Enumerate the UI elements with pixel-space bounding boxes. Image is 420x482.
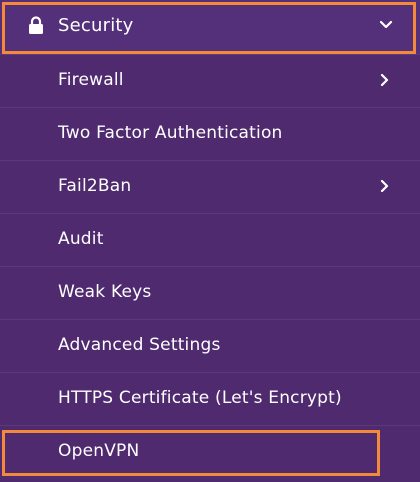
menu-item-fail2ban[interactable]: Fail2Ban (0, 160, 420, 212)
menu-item-weak-keys[interactable]: Weak Keys (0, 266, 420, 318)
menu-item-firewall[interactable]: Firewall (0, 54, 420, 106)
menu-item-label: HTTPS Certificate (Let's Encrypt) (58, 388, 342, 408)
menu-item-label: Two Factor Authentication (58, 123, 283, 143)
security-menu: Security Firewall Two Factor Authenticat… (0, 0, 420, 482)
menu-item-label: Firewall (58, 70, 124, 90)
menu-item-label: Advanced Settings (58, 335, 221, 355)
security-header-highlight (2, 2, 416, 54)
chevron-right-icon (380, 179, 389, 193)
menu-item-label: Audit (58, 229, 104, 249)
chevron-right-icon (380, 73, 389, 87)
menu-item-https-certificate[interactable]: HTTPS Certificate (Let's Encrypt) (0, 372, 420, 424)
menu-item-audit[interactable]: Audit (0, 213, 420, 265)
menu-item-label: Weak Keys (58, 282, 152, 302)
menu-item-advanced-settings[interactable]: Advanced Settings (0, 319, 420, 371)
openvpn-highlight (2, 430, 380, 476)
menu-item-two-factor-authentication[interactable]: Two Factor Authentication (0, 107, 420, 159)
menu-item-label: Fail2Ban (58, 176, 132, 196)
